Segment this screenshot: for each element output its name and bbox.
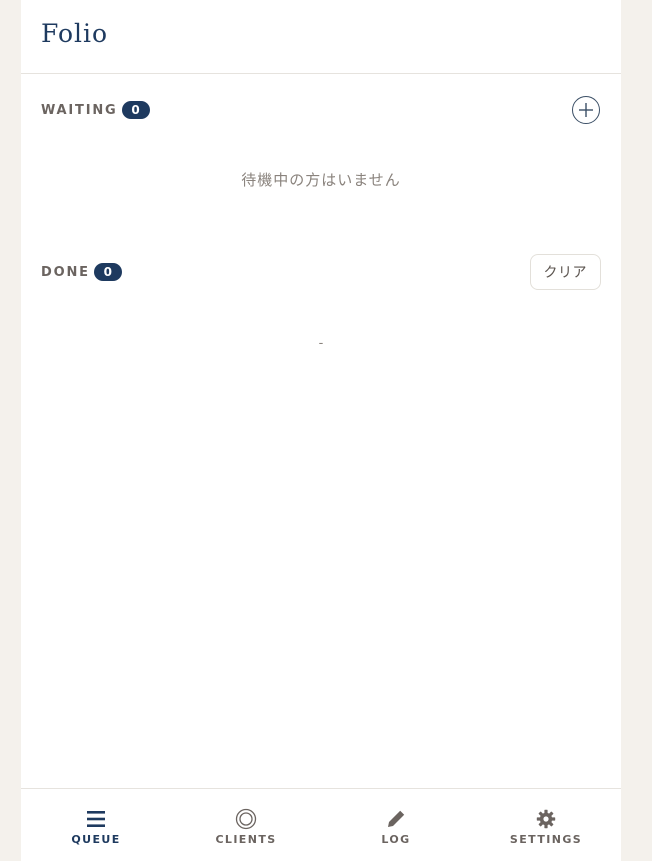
plus-icon xyxy=(579,103,593,117)
nav-label-log: LOG xyxy=(381,833,411,846)
nav-label-queue: QUEUE xyxy=(71,833,121,846)
nav-item-clients[interactable]: CLIENTS xyxy=(171,789,321,861)
waiting-label: WAITING xyxy=(41,102,118,118)
add-button[interactable] xyxy=(572,96,600,124)
done-section-header: DONE 0 クリア xyxy=(41,254,601,290)
clear-button[interactable]: クリア xyxy=(529,254,601,290)
app-container: Folio WAITING 0 待機中の方はいません DONE 0 クリア - xyxy=(21,0,621,861)
nav-item-queue[interactable]: QUEUE xyxy=(21,789,171,861)
waiting-empty-message: 待機中の方はいません xyxy=(241,171,401,189)
nav-item-log[interactable]: LOG xyxy=(321,789,471,861)
app-header: Folio xyxy=(21,0,621,74)
waiting-label-group: WAITING 0 xyxy=(41,101,150,119)
nav-item-settings[interactable]: SETTINGS xyxy=(471,789,621,861)
waiting-count-badge: 0 xyxy=(121,101,150,119)
done-count-badge: 0 xyxy=(93,263,122,281)
gear-icon xyxy=(536,806,556,832)
done-empty-message: - xyxy=(318,336,324,351)
waiting-section-header: WAITING 0 xyxy=(41,92,601,128)
nav-label-clients: CLIENTS xyxy=(215,833,277,846)
done-label-group: DONE 0 xyxy=(41,263,122,281)
menu-icon xyxy=(86,806,106,832)
pencil-icon xyxy=(386,806,406,832)
target-icon xyxy=(235,806,257,832)
bottom-nav: QUEUE CLIENTS LOG SETTINGS xyxy=(21,788,621,861)
nav-label-settings: SETTINGS xyxy=(509,833,583,846)
app-title: Folio xyxy=(41,19,109,48)
done-label: DONE xyxy=(41,264,90,280)
